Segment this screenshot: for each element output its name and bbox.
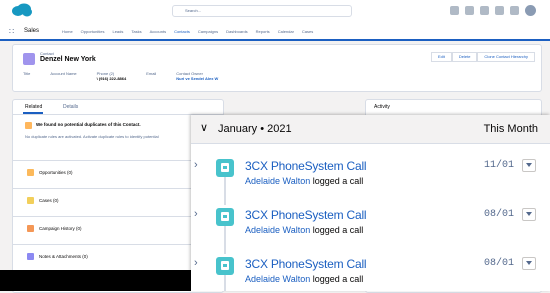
activity-byline: Adelaide Walton logged a call [245, 274, 363, 284]
field-phone: Phone (2) \ (916) 222-8864 [97, 71, 127, 81]
call-log-icon [216, 257, 234, 275]
tab-related[interactable]: Related [25, 104, 42, 110]
field-account-name: Account Name [50, 71, 76, 81]
user-avatar[interactable] [525, 5, 536, 16]
duplicates-warning-icon [25, 122, 32, 129]
opportunities-icon [27, 169, 34, 176]
activity-person-link[interactable]: Adelaide Walton [245, 225, 310, 235]
this-month-label: This Month [483, 123, 538, 135]
month-label: January • 2021 [218, 123, 292, 135]
activity-date: 08/01 [483, 209, 514, 220]
activity-subject-link[interactable]: 3CX PhoneSystem Call [245, 208, 367, 222]
activity-menu-dropdown-icon[interactable] [522, 257, 536, 270]
field-value[interactable]: \ (916) 222-8864 [97, 76, 127, 81]
help-icon[interactable] [480, 6, 489, 15]
activity-byline: Adelaide Walton logged a call [245, 225, 363, 235]
timeline-item: › 3CX PhoneSystem Call Adelaide Walton l… [191, 151, 550, 199]
setup-gear-icon[interactable] [495, 6, 504, 15]
activity-person-link[interactable]: Adelaide Walton [245, 274, 310, 284]
duplicates-card: We found no potential duplicates of this… [23, 120, 213, 146]
activity-verb: logged a call [312, 176, 364, 186]
activity-date: 11/01 [483, 160, 514, 171]
related-list-label[interactable]: Cases (0) [39, 198, 59, 203]
nav-item-contacts[interactable]: Contacts [174, 29, 190, 34]
tab-activity[interactable]: Activity [374, 104, 390, 110]
activity-date: 08/01 [483, 258, 514, 269]
header-utility-icons [450, 5, 536, 16]
field-contact-owner: Contact Owner Nuri ve Sendel Alex W [176, 71, 218, 81]
clone-contact-hierarchy-button[interactable]: Clone Contact Hierarchy [477, 52, 535, 62]
call-log-icon [216, 159, 234, 177]
nav-item-opportunities[interactable]: Opportunities [81, 29, 105, 34]
expand-chevron-icon[interactable]: › [194, 159, 198, 171]
nav-item-cases[interactable]: Cases [302, 29, 313, 34]
nav-item-leads[interactable]: Leads [112, 29, 123, 34]
app-name: Sales [24, 28, 40, 34]
navigation-bar: ∷ Sales Home Opportunities Leads Tasks A… [0, 24, 550, 41]
nav-item-accounts[interactable]: Accounts [150, 29, 166, 34]
salesforce-logo[interactable] [11, 3, 33, 17]
related-list-label[interactable]: Opportunities (0) [39, 170, 73, 175]
activity-person-link[interactable]: Adelaide Walton [245, 176, 310, 186]
active-tab-indicator [23, 112, 43, 114]
notifications-bell-icon[interactable] [510, 6, 519, 15]
field-title: Title [23, 71, 30, 81]
related-list-label[interactable]: Campaign History (0) [39, 226, 82, 231]
activity-subject-link[interactable]: 3CX PhoneSystem Call [245, 257, 367, 271]
field-label: Account Name [50, 71, 77, 76]
nav-items: Home Opportunities Leads Tasks Accounts … [62, 29, 313, 34]
search-placeholder: Search... [185, 8, 202, 13]
nav-item-campaigns[interactable]: Campaigns [198, 29, 218, 34]
related-list-label[interactable]: Notes & Attachments (0) [39, 254, 88, 259]
duplicates-title: We found no potential duplicates of this… [36, 122, 141, 127]
notes-attachments-icon [27, 253, 34, 260]
favorites-icon[interactable] [450, 6, 459, 15]
record-name: Denzel New York [40, 56, 96, 63]
record-tabs: Related Details [13, 100, 223, 115]
field-label: Title [23, 71, 31, 76]
call-log-icon [216, 208, 234, 226]
record-actions: Edit Delete Clone Contact Hierarchy [430, 52, 535, 62]
nav-item-reports[interactable]: Reports [256, 29, 270, 34]
global-header: Search... [0, 0, 550, 24]
activity-byline: Adelaide Walton logged a call [245, 176, 363, 186]
activity-menu-dropdown-icon[interactable] [522, 159, 536, 172]
nav-item-calendar[interactable]: Calendar [278, 29, 294, 34]
expand-chevron-icon[interactable]: › [194, 208, 198, 220]
field-label: Email [146, 71, 157, 76]
field-email: Email [146, 71, 156, 81]
timeline-item: › 3CX PhoneSystem Call Adelaide Walton l… [191, 200, 550, 248]
video-overlay-bar [0, 270, 191, 291]
chevron-down-icon[interactable]: ∨ [200, 122, 208, 134]
nav-item-tasks[interactable]: Tasks [131, 29, 141, 34]
duplicates-text: No duplicate rules are activated. Activa… [25, 134, 159, 139]
record-header: Contact Denzel New York Edit Delete Clon… [12, 44, 542, 92]
timeline-month-header[interactable]: ∨ January • 2021 This Month [191, 115, 550, 144]
global-search-input[interactable]: Search... [172, 5, 352, 17]
activity-timeline-zoom: ∨ January • 2021 This Month › 3CX PhoneS… [191, 115, 550, 291]
activity-verb: logged a call [312, 225, 364, 235]
nav-item-home[interactable]: Home [62, 29, 73, 34]
field-value[interactable]: Nuri ve Sendel Alex W [176, 76, 218, 81]
tab-details[interactable]: Details [63, 104, 78, 110]
nav-item-dashboards[interactable]: Dashboards [226, 29, 248, 34]
global-actions-icon[interactable] [465, 6, 474, 15]
timeline-item: › 3CX PhoneSystem Call Adelaide Walton l… [191, 249, 550, 291]
delete-button[interactable]: Delete [451, 52, 478, 62]
campaign-history-icon [27, 225, 34, 232]
highlights-fields: Title Account Name Phone (2) \ (916) 222… [23, 71, 218, 81]
contact-icon [23, 53, 35, 65]
edit-button[interactable]: Edit [430, 52, 452, 62]
cases-icon [27, 197, 34, 204]
activity-menu-dropdown-icon[interactable] [522, 208, 536, 221]
activity-subject-link[interactable]: 3CX PhoneSystem Call [245, 159, 367, 173]
expand-chevron-icon[interactable]: › [194, 257, 198, 269]
app-launcher-icon[interactable]: ∷ [9, 28, 17, 36]
activity-verb: logged a call [312, 274, 364, 284]
